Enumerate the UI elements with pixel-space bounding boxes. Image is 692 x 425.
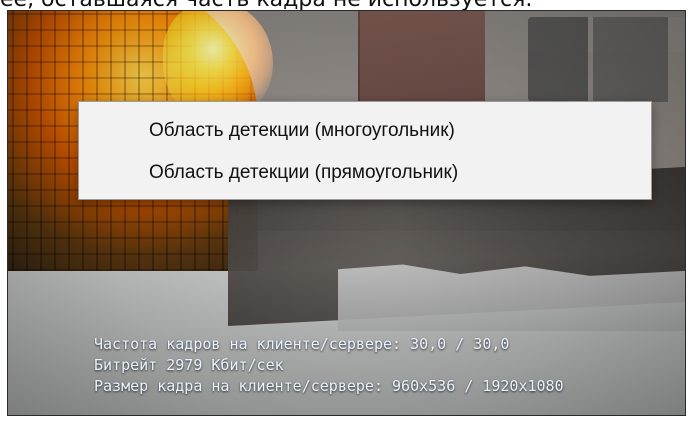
bitrate-info: Битрейт 2979 Кбит/сек [94, 356, 284, 374]
fps-info: Частота кадров на клиенте/сервере: 30,0 … [94, 335, 510, 353]
menu-item-rectangle-detection-area[interactable]: Область детекции (прямоугольник) [79, 154, 651, 192]
trucks-area [528, 17, 685, 102]
menu-item-label: Область детекции (многоугольник) [149, 120, 455, 141]
context-menu: Область детекции (многоугольник) Область… [78, 101, 652, 200]
building-right [358, 11, 485, 106]
video-frame[interactable]: Частота кадров на клиенте/сервере: 30,0 … [7, 10, 686, 416]
frame-size-info: Размер кадра на клиенте/сервере: 960x536… [94, 377, 564, 395]
menu-item-polygon-detection-area[interactable]: Область детекции (многоугольник) [79, 112, 651, 150]
menu-item-label: Область детекции (прямоугольник) [149, 162, 459, 183]
video-info-overlay: Частота кадров на клиенте/сервере: 30,0 … [94, 334, 685, 397]
page: ее, оставшаяся часть кадра не использует… [0, 0, 692, 425]
